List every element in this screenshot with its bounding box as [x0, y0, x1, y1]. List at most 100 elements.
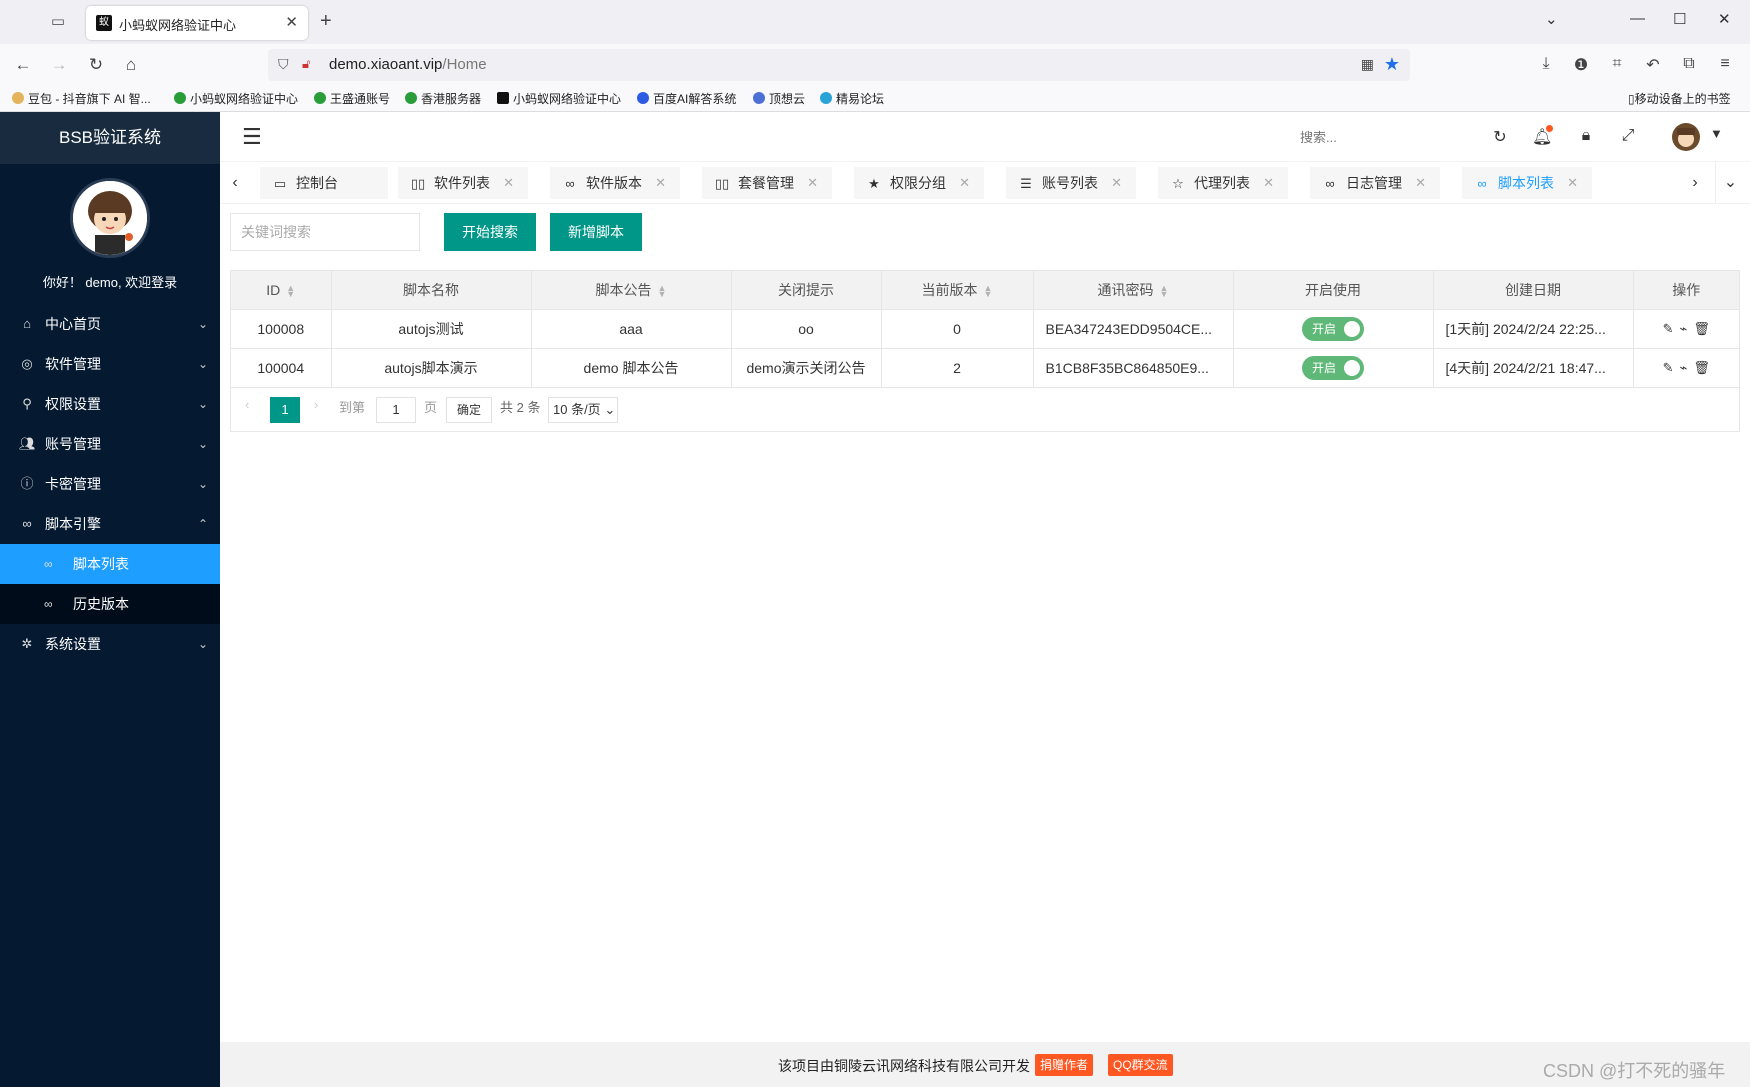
forward-icon[interactable]: → [48, 54, 70, 76]
maximize-icon[interactable]: ☐ [1673, 10, 1686, 28]
enable-toggle[interactable]: 开启 [1302, 316, 1364, 341]
tab-permission-group[interactable]: ★ 权限分组 ✕ [854, 167, 984, 199]
goto-confirm-button[interactable]: 确定 [446, 397, 492, 423]
activity-icon[interactable]: ⌁ [1680, 360, 1688, 376]
close-window-icon[interactable]: ✕ [1718, 10, 1731, 28]
next-page-icon[interactable]: › [314, 397, 318, 412]
menu-icon[interactable]: ≡ [1714, 55, 1736, 73]
prev-page-icon[interactable]: ‹ [245, 397, 249, 412]
sort-icon[interactable]: ▲ ▼ [286, 284, 295, 299]
edit-icon[interactable]: ✎ [1663, 321, 1674, 337]
table-row[interactable]: 100008 autojs测试 aaa oo 0 BEA347243EDD950… [231, 309, 1739, 349]
crop-icon[interactable]: ⌗ [1606, 55, 1628, 73]
close-icon[interactable]: ✕ [1567, 167, 1578, 199]
new-tab-icon[interactable]: + [320, 10, 332, 33]
column-header-notice[interactable]: 脚本公告 ▲ ▼ [531, 271, 732, 310]
tabs-next-icon[interactable]: › [1680, 162, 1710, 204]
column-header-id[interactable]: ID ▲ ▼ [231, 271, 332, 310]
bookmark-item[interactable]: 香港服务器 [405, 90, 481, 107]
sidebar-item-permission[interactable]: ⚲ 权限设置 ⌄ [0, 384, 220, 424]
tab-account-list[interactable]: ☰ 账号列表 ✕ [1006, 167, 1136, 199]
mobile-bookmarks[interactable]: ▯移动设备上的书签 [1628, 90, 1731, 107]
tab-script-list[interactable]: ∞ 脚本列表 ✕ [1462, 167, 1592, 199]
goto-page-input[interactable]: 1 [376, 397, 416, 423]
collapse-menu-icon[interactable]: ☰ [242, 124, 262, 150]
current-page[interactable]: 1 [270, 397, 300, 423]
shield-icon[interactable]: ⛉ [278, 56, 289, 73]
trash-icon[interactable]: 🗑︎ [1693, 360, 1710, 376]
extension-badge-icon[interactable]: ❶ [1570, 55, 1592, 75]
sidebar-item-home[interactable]: ⌂ 中心首页 ⌄ [0, 304, 220, 344]
address-bar[interactable]: ⛉ 🔓︎ demo.xiaoant.vip/Home ▦ ★ [268, 49, 1410, 81]
search-button[interactable]: 开始搜索 [444, 213, 536, 251]
sidebar-item-settings[interactable]: ✲ 系统设置 ⌄ [0, 624, 220, 664]
sidebar-item-software[interactable]: ◎ 软件管理 ⌄ [0, 344, 220, 384]
tab-overflow-icon[interactable]: ⌄ [1545, 10, 1558, 28]
bookmark-item[interactable]: 顶想云 [753, 90, 805, 107]
edit-icon[interactable]: ✎ [1663, 360, 1674, 376]
tab-software-version[interactable]: ∞ 软件版本 ✕ [550, 167, 680, 199]
close-icon[interactable]: ✕ [807, 167, 818, 199]
bookmark-item[interactable]: 百度AI解答系统 [637, 90, 736, 107]
url-text[interactable]: demo.xiaoant.vip/Home [329, 56, 487, 73]
sidebar-subitem-script-list[interactable]: ∞ 脚本列表 [0, 544, 220, 584]
lock-icon[interactable]: 🔒︎ [1576, 127, 1596, 145]
bookmark-star-icon[interactable]: ★ [1384, 54, 1400, 75]
browser-tab[interactable]: 蚁 小蚂蚁网络验证中心 ✕ [86, 6, 308, 40]
close-icon[interactable]: ✕ [959, 167, 970, 199]
back-icon[interactable]: ← [12, 54, 34, 76]
add-script-button[interactable]: 新增脚本 [550, 213, 642, 251]
header-search-input[interactable] [1300, 124, 1420, 150]
sort-icon[interactable]: ▲ ▼ [1160, 284, 1169, 299]
close-tab-icon[interactable]: ✕ [285, 13, 298, 31]
tab-software-list[interactable]: ▯▯ 软件列表 ✕ [398, 167, 528, 199]
avatar[interactable] [70, 178, 150, 258]
qr-code-icon[interactable]: ▦ [1361, 56, 1374, 73]
minimize-icon[interactable]: — [1630, 10, 1645, 27]
bookmark-item[interactable]: 精易论坛 [820, 90, 884, 107]
bookmark-item[interactable]: 王盛通账号 [314, 90, 390, 107]
user-avatar[interactable] [1672, 123, 1700, 151]
trash-icon[interactable]: 🗑︎ [1693, 321, 1710, 337]
enable-toggle[interactable]: 开启 [1302, 355, 1364, 380]
tab-agent-list[interactable]: ☆ 代理列表 ✕ [1158, 167, 1288, 199]
tabs-menu-icon[interactable]: ⌄ [1715, 162, 1745, 204]
sidebar-item-cards[interactable]: ⓘ 卡密管理 ⌄ [0, 464, 220, 504]
sort-icon[interactable]: ▲ ▼ [658, 284, 667, 299]
qq-group-badge[interactable]: QQ群交流 [1108, 1054, 1173, 1076]
page-size-select[interactable]: 10 条/页 ⌄ [548, 397, 618, 423]
notification-bell-icon[interactable]: 🔔︎ [1532, 125, 1553, 147]
column-header-password[interactable]: 通讯密码 ▲ ▼ [1033, 271, 1234, 310]
reload-icon[interactable]: ↻ [85, 54, 107, 76]
tab-log[interactable]: ∞ 日志管理 ✕ [1310, 167, 1440, 199]
insecure-lock-icon[interactable]: 🔓︎ [302, 56, 310, 72]
sidebar-item-accounts[interactable]: 👥︎ 账号管理 ⌄ [0, 424, 220, 464]
close-icon[interactable]: ✕ [1415, 167, 1426, 199]
activity-icon[interactable]: ⌁ [1680, 321, 1688, 337]
bookmark-item[interactable]: 小蚂蚁网络验证中心 [497, 90, 621, 107]
undo-icon[interactable]: ↶ [1642, 55, 1664, 75]
table-row[interactable]: 100004 autojs脚本演示 demo 脚本公告 demo演示关闭公告 2… [231, 348, 1739, 388]
sort-icon[interactable]: ▲ ▼ [984, 284, 993, 299]
bookmark-item[interactable]: 小蚂蚁网络验证中心 [174, 90, 298, 107]
fullscreen-icon[interactable]: ⤢ [1618, 127, 1638, 145]
user-menu-caret-icon[interactable]: ▼ [1710, 126, 1723, 141]
close-icon[interactable]: ✕ [1263, 167, 1274, 199]
keyword-search-input[interactable] [230, 213, 420, 251]
bookmark-item[interactable]: 豆包 - 抖音旗下 AI 智... [12, 90, 151, 107]
refresh-icon[interactable]: ↻ [1490, 127, 1510, 147]
download-icon[interactable]: ⤓ [1535, 55, 1557, 73]
tab-list-icon[interactable]: ▭ [48, 12, 68, 32]
extensions-icon[interactable]: ⧉ [1678, 55, 1700, 73]
donate-badge[interactable]: 捐赠作者 [1035, 1054, 1094, 1076]
sidebar-item-script-engine[interactable]: ∞ 脚本引擎 ⌃ [0, 504, 220, 544]
tabs-prev-icon[interactable]: ‹ [220, 162, 250, 204]
close-icon[interactable]: ✕ [503, 167, 514, 199]
home-icon[interactable]: ⌂ [120, 54, 142, 76]
sidebar-subitem-history[interactable]: ∞ 历史版本 [0, 584, 220, 624]
app-logo[interactable]: BSB验证系统 [0, 112, 220, 164]
tab-dashboard[interactable]: ▭ 控制台 [260, 167, 388, 199]
close-icon[interactable]: ✕ [655, 167, 666, 199]
close-icon[interactable]: ✕ [1111, 167, 1122, 199]
tab-package[interactable]: ▯▯ 套餐管理 ✕ [702, 167, 832, 199]
